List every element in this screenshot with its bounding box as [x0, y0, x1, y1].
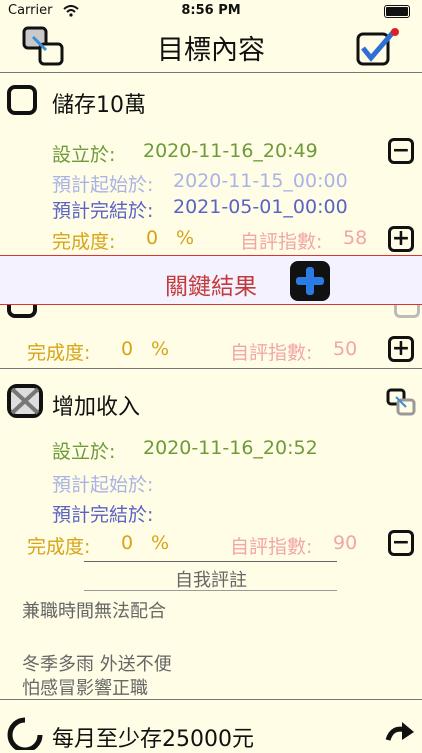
goal2-rating-value: 90 [333, 532, 358, 554]
goal2-end-label: 預計完結於: [52, 504, 154, 526]
key-results-label: 關鍵結果 [165, 274, 257, 300]
plus-icon [296, 267, 324, 295]
self-eval-divider [84, 561, 337, 562]
link-icon[interactable] [386, 388, 418, 420]
note-item: 冬季多雨 外送不便 [22, 654, 172, 675]
goal2-progress-label: 完成度: [27, 536, 91, 558]
start-label: 預計起始於: [52, 174, 154, 196]
add-key-result-button[interactable] [290, 261, 330, 301]
goal2-collapse-button[interactable]: − [388, 530, 414, 556]
goal2-progress-unit: % [151, 532, 170, 554]
redo-arrow-icon[interactable] [384, 720, 418, 750]
progress-value: 0 [146, 227, 159, 249]
battery-icon [384, 5, 410, 18]
goal2-rating-label: 自評指數: [230, 536, 313, 558]
kr-progress-unit: % [151, 338, 170, 360]
goal-in-progress-icon[interactable] [6, 716, 44, 750]
start-value: 2020-11-15_00:00 [173, 170, 348, 192]
add-button[interactable]: + [388, 226, 414, 252]
goal2-progress-value: 0 [121, 532, 134, 554]
note-item: 怕感冒影響正職 [22, 678, 148, 699]
progress-unit: % [176, 227, 195, 249]
goal2-created-label: 設立於: [52, 441, 116, 463]
self-eval-underline [84, 590, 337, 591]
collapse-button[interactable]: − [388, 138, 414, 164]
status-bar: Carrier 8:56 PM [0, 0, 422, 22]
goal3-title: 每月至少存25000元 [52, 727, 254, 752]
section-divider-2 [0, 699, 422, 700]
note-item: 兼職時間無法配合 [22, 601, 166, 622]
status-time: 8:56 PM [181, 3, 241, 18]
key-results-bar: 關鍵結果 [0, 255, 422, 305]
kr-rating-value: 50 [333, 338, 358, 360]
goal2-start-label: 預計起始於: [52, 474, 154, 496]
goal-checkbox[interactable] [7, 85, 37, 115]
section-divider [0, 368, 422, 369]
rating-label: 自評指數: [240, 231, 323, 253]
kr-progress-label: 完成度: [27, 342, 91, 364]
created-label: 設立於: [52, 144, 116, 166]
goal2-title: 增加收入 [52, 395, 141, 420]
goal-cancelled-checkbox-icon[interactable] [6, 383, 44, 419]
header-divider [0, 72, 422, 73]
created-value: 2020-11-16_20:49 [143, 140, 318, 162]
complete-check-icon[interactable] [355, 24, 405, 70]
goal2-created-value: 2020-11-16_20:52 [143, 437, 318, 459]
end-value: 2021-05-01_00:00 [173, 196, 348, 218]
rating-value: 58 [343, 227, 368, 249]
progress-label: 完成度: [52, 231, 116, 253]
end-label: 預計完結於: [52, 200, 154, 222]
self-eval-title: 自我評註 [175, 570, 247, 591]
kr-progress-value: 0 [121, 338, 134, 360]
kr-add-button[interactable]: + [388, 336, 414, 362]
kr-rating-label: 自評指數: [230, 342, 313, 364]
goal-title: 儲存10萬 [52, 93, 146, 118]
